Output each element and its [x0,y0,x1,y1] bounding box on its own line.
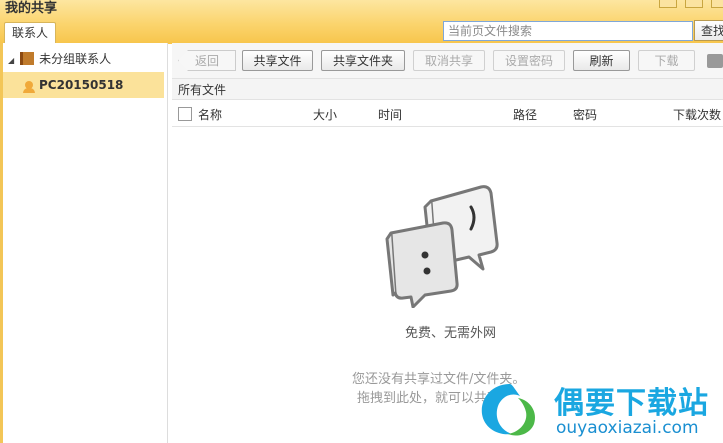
minimize-button[interactable] [659,0,677,8]
share-file-button[interactable]: 共享文件 [242,50,313,71]
tab-contacts[interactable]: 联系人 [4,22,56,43]
contacts-sidebar [0,43,168,443]
maximize-button[interactable] [685,0,703,8]
print-icon[interactable] [707,54,723,68]
cancel-share-button[interactable]: 取消共享 [413,50,485,71]
user-icon [23,81,35,93]
download-button[interactable]: 下载 [638,50,695,71]
watermark-text: 偶要下载站 [554,386,709,421]
select-all-checkbox[interactable] [178,107,192,121]
empty-share-icon [385,185,499,308]
watermark-logo-icon [481,384,536,436]
contact-item[interactable]: PC20150518 [3,72,164,98]
expand-caret-icon[interactable]: ◢ [8,56,14,65]
column-size[interactable]: 大小 [313,106,337,123]
contact-label: PC20150518 [39,78,124,92]
app-title: 我的共享 [5,1,58,16]
column-password[interactable]: 密码 [573,106,597,123]
column-downloads[interactable]: 下载次数 [673,106,721,123]
group-label: 未分组联系人 [39,52,112,66]
search-input[interactable] [443,21,693,41]
column-path[interactable]: 路径 [513,106,537,123]
breadcrumb: 所有文件 [172,78,723,100]
contact-group-ungrouped[interactable]: ◢ 未分组联系人 [8,50,111,68]
back-button[interactable]: 返回 [178,50,236,71]
close-button[interactable] [711,0,723,8]
set-password-button[interactable]: 设置密码 [493,50,565,71]
watermark-url: ouyaoxiazai.com [556,418,699,438]
share-folder-button[interactable]: 共享文件夹 [321,50,405,71]
column-time[interactable]: 时间 [378,106,402,123]
column-name[interactable]: 名称 [198,106,222,123]
file-list-header: 名称 大小 时间 路径 密码 下载次数 [172,101,723,127]
refresh-button[interactable]: 刷新 [573,50,630,71]
empty-headline: 免费、无需外网 [405,326,497,341]
search-button[interactable]: 查找 [694,20,723,41]
contact-book-icon [20,52,35,65]
